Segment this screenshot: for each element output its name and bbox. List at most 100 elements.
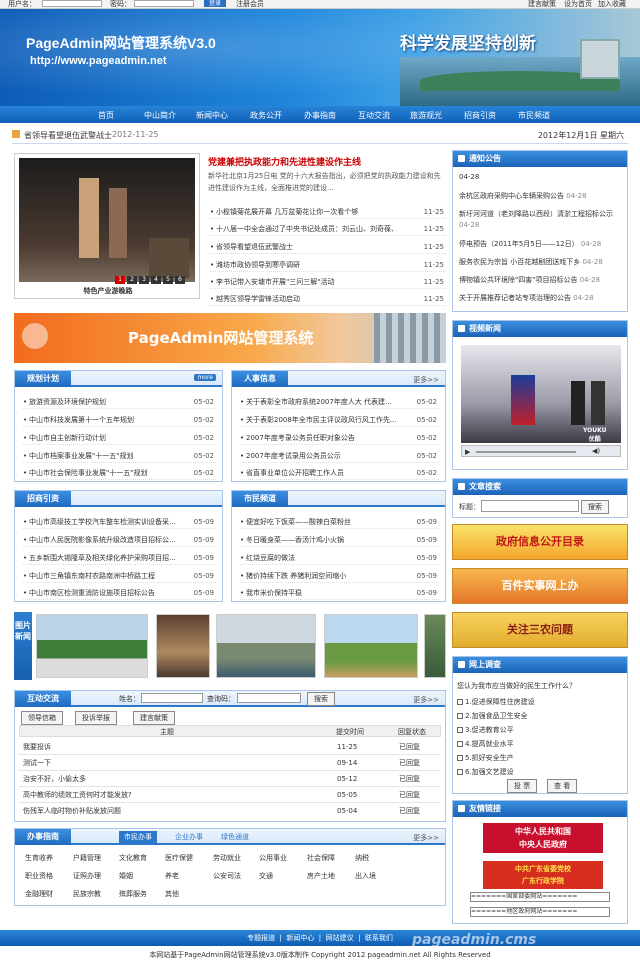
footer-link[interactable]: 新闻中心 bbox=[286, 934, 314, 942]
tab-suggestion[interactable]: 建言献策 bbox=[133, 711, 175, 725]
photo-thumb[interactable] bbox=[156, 614, 210, 678]
slide-page[interactable]: 5 bbox=[163, 276, 173, 284]
survey-option[interactable]: 3.促进教育公平 bbox=[457, 725, 514, 735]
list-item[interactable]: 中山市自主创新行动计划05-02 bbox=[23, 431, 216, 445]
list-item[interactable]: 我市米价保持平稳05-09 bbox=[240, 586, 439, 600]
list-item[interactable]: 关于表彰2008年全市民主评议政风行风工作先...05-02 bbox=[240, 413, 439, 427]
notice-item[interactable]: 停电预告（2011年5月5日——12日） 04-28 bbox=[459, 239, 623, 250]
list-item[interactable]: 中山市社会保险事业发展"十一五"规划05-02 bbox=[23, 466, 216, 480]
service-link[interactable]: 房产土地 bbox=[307, 871, 335, 881]
footer-link[interactable]: 网站建议 bbox=[326, 934, 354, 942]
service-link[interactable]: 交通 bbox=[259, 871, 273, 881]
feature-slideshow[interactable]: 1 2 3 4 5 6 特色产业游晚路 bbox=[14, 153, 200, 299]
service-link[interactable]: 公用事业 bbox=[259, 853, 287, 863]
service-link[interactable]: 民族宗教 bbox=[73, 889, 101, 899]
table-row[interactable]: 高中教师的绩效工资何时才能发放? 05-05 已回复 bbox=[19, 787, 441, 803]
tab-green-channel[interactable]: 绿色通道 bbox=[221, 832, 249, 842]
list-item[interactable]: 中山市人民医院影像系统升级改造项目招标公...05-09 bbox=[23, 533, 216, 547]
promo-affairs-online[interactable]: 百件实事网上办 bbox=[452, 568, 628, 604]
service-link[interactable]: 社会保障 bbox=[307, 853, 335, 863]
photo-thumb[interactable] bbox=[216, 614, 316, 678]
list-item[interactable]: 红烧豆腐的做法05-09 bbox=[240, 551, 439, 565]
list-item[interactable]: 小榄镇菊花展开幕 几万盆菊花让你一次看个够11-25 bbox=[210, 205, 446, 219]
service-link[interactable]: 殡葬服务 bbox=[119, 889, 147, 899]
slide-page[interactable]: 2 bbox=[127, 276, 137, 284]
nav-gov-affairs[interactable]: 政务公开 bbox=[250, 110, 282, 121]
photo-thumb[interactable] bbox=[36, 614, 148, 678]
invest-tab[interactable]: 招商引资 bbox=[15, 491, 71, 507]
list-item[interactable]: 猪价持续下跌 养猪利润空间缩小05-09 bbox=[240, 569, 439, 583]
ad-banner[interactable]: PageAdmin网站管理系统 bbox=[14, 313, 446, 363]
slide-page[interactable]: 6 bbox=[175, 276, 185, 284]
table-row[interactable]: 我要投诉 11-25 已回复 bbox=[19, 739, 441, 755]
service-link[interactable]: 出入境 bbox=[355, 871, 376, 881]
nav-news[interactable]: 新闻中心 bbox=[196, 110, 228, 121]
photo-thumb[interactable] bbox=[424, 614, 446, 678]
service-link[interactable]: 婚姻 bbox=[119, 871, 133, 881]
list-item[interactable]: 五乡新围大锡隆草及相关绿化养护采购项目招...05-09 bbox=[23, 551, 216, 565]
slide-page[interactable]: 3 bbox=[139, 276, 149, 284]
survey-option[interactable]: 6.加强文艺建设 bbox=[457, 767, 514, 777]
service-link[interactable]: 文化教育 bbox=[119, 853, 147, 863]
list-item[interactable]: 省领导看望退伍武警战士11-25 bbox=[210, 240, 446, 254]
more-link[interactable]: 更多>> bbox=[413, 833, 439, 843]
password-input[interactable] bbox=[134, 0, 194, 7]
region-select[interactable]: =======地区政府网站======= bbox=[470, 907, 610, 917]
login-button[interactable]: 登录 bbox=[204, 0, 227, 7]
notice-item[interactable]: 新圩河河道（老刘降路以西段）清淤工程招标公示 04-28 bbox=[459, 209, 623, 231]
notice-item[interactable]: 关于开展推荐记者站专项治理的公告 04-28 bbox=[459, 293, 623, 304]
tab-leader-mailbox[interactable]: 领导信箱 bbox=[21, 711, 63, 725]
progress-bar[interactable] bbox=[476, 451, 576, 453]
name-input[interactable] bbox=[141, 693, 203, 703]
footer-link[interactable]: 专题报道 bbox=[247, 934, 275, 942]
interaction-tab[interactable]: 互动交流 bbox=[15, 691, 71, 707]
plan-tab[interactable]: 规划计划 bbox=[15, 371, 71, 387]
nav-guide[interactable]: 办事指南 bbox=[304, 110, 336, 121]
add-favorite-link[interactable]: 加入收藏 bbox=[598, 0, 626, 8]
list-item[interactable]: 中山市档案事业发展"十一五"规划05-02 bbox=[23, 449, 216, 463]
hr-tab[interactable]: 人事信息 bbox=[232, 371, 288, 387]
slide-page[interactable]: 4 bbox=[151, 276, 161, 284]
slide-page[interactable]: 1 bbox=[115, 276, 125, 284]
guide-tab[interactable]: 办事指南 bbox=[15, 829, 71, 845]
citizen-tab[interactable]: 市民频道 bbox=[232, 491, 288, 507]
list-item[interactable]: 旅游资源及环境保护规划05-02 bbox=[23, 395, 216, 409]
search-input[interactable] bbox=[481, 500, 579, 512]
list-item[interactable]: 潍坊市政协领导到寒亭调研11-25 bbox=[210, 258, 446, 272]
list-item[interactable]: 冬日暖身菜——香汤汁鸡小火锅05-09 bbox=[240, 533, 439, 547]
list-item[interactable]: 中山市南区检测重消防设施项目招标公告05-09 bbox=[23, 586, 216, 600]
play-icon[interactable]: ▶ bbox=[465, 448, 470, 456]
tab-enterprise-service[interactable]: 企业办事 bbox=[175, 832, 203, 842]
list-item[interactable]: 省直事业单位公开招聘工作人员05-02 bbox=[240, 466, 439, 480]
list-item[interactable]: 中山市高级技工学校汽车整车检测实训设备采...05-09 bbox=[23, 515, 216, 529]
list-item[interactable]: 关于表彰全市政府系统2007年度人大 代表建...05-02 bbox=[240, 395, 439, 409]
service-link[interactable]: 医疗保健 bbox=[165, 853, 193, 863]
view-results-button[interactable]: 查 看 bbox=[547, 779, 578, 793]
tab-complaint[interactable]: 投诉举报 bbox=[75, 711, 117, 725]
list-item[interactable]: 十八届一中全会通过了中央书记处成员：刘云山、刘奇葆、11-25 bbox=[210, 222, 446, 236]
nav-investment[interactable]: 招商引资 bbox=[464, 110, 496, 121]
vote-button[interactable]: 投 票 bbox=[507, 779, 538, 793]
list-item[interactable]: 便宜好吃下饭菜——酸辣白菜粉丝05-09 bbox=[240, 515, 439, 529]
tab-citizen-service[interactable]: 市民办事 bbox=[119, 831, 157, 843]
table-row[interactable]: 伤残军人临时物价补贴发放问题 05-04 已回复 bbox=[19, 803, 441, 819]
service-link[interactable]: 其他 bbox=[165, 889, 179, 899]
volume-icon[interactable]: ◀) bbox=[592, 447, 600, 455]
promo-rural-issues[interactable]: 关注三农问题 bbox=[452, 612, 628, 648]
more-link[interactable]: 更多>> bbox=[413, 695, 439, 705]
list-item[interactable]: 2007年度考试录用公务员公示05-02 bbox=[240, 449, 439, 463]
photo-thumb[interactable] bbox=[324, 614, 418, 678]
service-link[interactable]: 公安司法 bbox=[213, 871, 241, 881]
survey-option[interactable]: 4.提高就业水平 bbox=[457, 739, 514, 749]
table-row[interactable]: 治安不好，小偷太多 05-12 已回复 bbox=[19, 771, 441, 787]
service-link[interactable]: 养老 bbox=[165, 871, 179, 881]
register-link[interactable]: 注册会员 bbox=[236, 0, 264, 8]
service-link[interactable]: 户籍管理 bbox=[73, 853, 101, 863]
list-item[interactable]: 2007年度考录公务员任职对象公告05-02 bbox=[240, 431, 439, 445]
gov-portal-link[interactable]: 中华人民共和国 中央人民政府 bbox=[483, 823, 603, 853]
nav-interaction[interactable]: 互动交流 bbox=[358, 110, 390, 121]
headline-title[interactable]: 党建兼把执政能力和先进性建设作主线 bbox=[208, 155, 361, 168]
nav-home[interactable]: 首页 bbox=[98, 110, 114, 121]
username-input[interactable] bbox=[42, 0, 102, 7]
service-link[interactable]: 劳动就业 bbox=[213, 853, 241, 863]
